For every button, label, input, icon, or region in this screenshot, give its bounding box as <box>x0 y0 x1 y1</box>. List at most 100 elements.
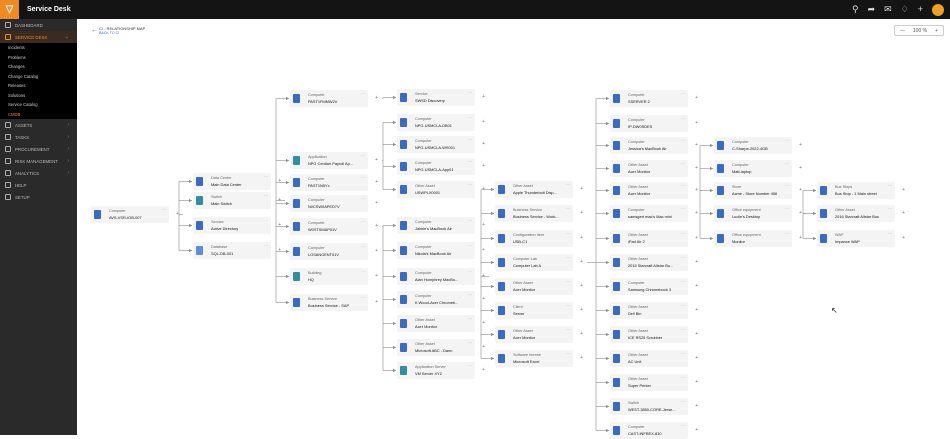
more-menu-icon[interactable]: ··· <box>264 243 268 248</box>
more-menu-icon[interactable]: ··· <box>468 159 472 164</box>
expand-node-icon[interactable]: + <box>375 200 378 206</box>
ci-node[interactable]: Switch WEST-3850-CORE-Jerse... ··· + <box>610 398 698 415</box>
more-menu-icon[interactable]: ··· <box>681 183 685 188</box>
expand-node-icon[interactable]: + <box>799 142 802 148</box>
expand-node-icon[interactable]: + <box>375 223 378 229</box>
expand-node-icon[interactable]: + <box>695 307 698 313</box>
more-menu-icon[interactable]: ··· <box>888 183 892 188</box>
ci-node[interactable]: Computer CAST-INFREX-830 ··· + <box>610 422 698 439</box>
sidebar-item-service-desk[interactable]: SERVICE DESK ⌄ <box>0 31 77 43</box>
expand-node-icon[interactable]: + <box>799 165 802 171</box>
ci-node[interactable]: Computer Nikola's MacBook Air ··· + <box>397 242 485 259</box>
ci-node[interactable]: Store Acme - Store Number 456 ··· + <box>714 182 802 199</box>
expand-node-icon[interactable]: + <box>799 210 802 216</box>
sidebar-item-tasks[interactable]: TASKS › <box>0 131 77 143</box>
more-menu-icon[interactable]: ··· <box>785 206 789 211</box>
expand-node-icon[interactable]: + <box>482 119 485 125</box>
more-menu-icon[interactable]: ··· <box>681 161 685 166</box>
sidebar-subitem-problems[interactable]: Problems <box>0 53 77 63</box>
more-menu-icon[interactable]: ··· <box>566 206 570 211</box>
more-menu-icon[interactable]: ··· <box>566 231 570 236</box>
more-menu-icon[interactable]: ··· <box>681 327 685 332</box>
share-icon[interactable]: ➦ <box>868 3 876 16</box>
expand-node-icon[interactable]: + <box>278 197 281 203</box>
expand-node-icon[interactable]: + <box>482 367 485 373</box>
more-menu-icon[interactable]: ··· <box>681 231 685 236</box>
ci-node[interactable]: Office equipment Lucile's Desktop ··· + <box>714 205 802 222</box>
expand-node-icon[interactable]: + <box>482 344 485 350</box>
expand-node-icon[interactable]: + <box>580 307 583 313</box>
expand-node-icon[interactable]: + <box>482 141 485 147</box>
more-menu-icon[interactable]: ··· <box>681 303 685 308</box>
expand-node-icon[interactable]: + <box>482 94 485 100</box>
more-menu-icon[interactable]: ··· <box>468 292 472 297</box>
more-menu-icon[interactable]: ··· <box>361 153 365 158</box>
ci-node[interactable]: Computer W0STSMAP01V ··· + <box>290 218 378 235</box>
sidebar-subitem-solutions[interactable]: Solutions <box>0 91 77 101</box>
ci-node[interactable]: Client Server ··· + <box>495 302 583 319</box>
more-menu-icon[interactable]: ··· <box>888 231 892 236</box>
more-menu-icon[interactable]: ··· <box>361 91 365 96</box>
expand-node-icon[interactable]: + <box>695 427 698 433</box>
ci-node[interactable]: Computer Jessica's MacBook Air ··· + <box>610 137 698 154</box>
more-menu-icon[interactable]: ··· <box>361 269 365 274</box>
more-menu-icon[interactable]: ··· <box>681 399 685 404</box>
more-menu-icon[interactable]: ··· <box>681 138 685 143</box>
more-menu-icon[interactable]: ··· <box>468 182 472 187</box>
more-menu-icon[interactable]: ··· <box>681 423 685 428</box>
more-menu-icon[interactable]: ··· <box>681 351 685 356</box>
ci-node[interactable]: Other Asset USWPLX0001 ··· + <box>397 181 485 198</box>
expand-node-icon[interactable]: + <box>695 259 698 265</box>
expand-node-icon[interactable]: + <box>278 247 281 253</box>
sidebar-item-procurement[interactable]: PROCUREMENT › <box>0 143 77 155</box>
ci-node[interactable]: Other Asset Apple Thunderbolt Disp... ··· + <box>495 181 583 198</box>
more-menu-icon[interactable]: ··· <box>785 138 789 143</box>
more-menu-icon[interactable]: ··· <box>361 175 365 180</box>
expand-node-icon[interactable]: + <box>375 273 378 279</box>
ci-node[interactable]: Computer NPG-USMCLA-WS001 ··· + <box>397 136 485 153</box>
more-menu-icon[interactable]: ··· <box>361 295 365 300</box>
ci-node[interactable]: Computer PAST1FMMW2V ··· + <box>290 90 378 107</box>
expand-node-icon[interactable]: + <box>695 120 698 126</box>
ci-node[interactable]: Computer N0CSW0APED7V ··· + <box>290 195 378 212</box>
chat-icon[interactable]: ✉ <box>884 3 892 16</box>
ci-node[interactable]: Other Asset AC Unit ··· + <box>610 350 698 367</box>
expand-node-icon[interactable]: + <box>482 273 485 279</box>
more-menu-icon[interactable]: ··· <box>566 182 570 187</box>
more-menu-icon[interactable]: ··· <box>468 90 472 95</box>
ci-node[interactable]: Computer Jaimie's MacBook Air ··· + <box>397 217 485 234</box>
expand-node-icon[interactable]: + <box>176 211 179 217</box>
expand-node-icon[interactable]: + <box>375 299 378 305</box>
plus-icon[interactable]: + <box>918 3 923 16</box>
ci-node[interactable]: WAP Impance WAP ··· + <box>817 230 905 247</box>
expand-node-icon[interactable]: + <box>695 379 698 385</box>
ci-node[interactable]: Computer SSERVER 2 ··· + <box>610 90 698 107</box>
expand-node-icon[interactable]: + <box>580 283 583 289</box>
ci-node[interactable]: Computer NPG-USMCLA-DB01 ··· + <box>397 114 485 131</box>
more-menu-icon[interactable]: ··· <box>264 174 268 179</box>
expand-node-icon[interactable]: + <box>482 186 485 192</box>
more-menu-icon[interactable]: ··· <box>468 340 472 345</box>
more-menu-icon[interactable]: ··· <box>566 327 570 332</box>
sidebar-subitem-change-catalog[interactable]: Change Catalog <box>0 72 77 82</box>
expand-node-icon[interactable]: + <box>482 320 485 326</box>
more-menu-icon[interactable]: ··· <box>264 218 268 223</box>
expand-node-icon[interactable]: + <box>482 222 485 228</box>
expand-node-icon[interactable]: + <box>695 210 698 216</box>
more-menu-icon[interactable]: ··· <box>468 218 472 223</box>
expand-node-icon[interactable]: + <box>580 186 583 192</box>
more-menu-icon[interactable]: ··· <box>468 363 472 368</box>
expand-node-icon[interactable]: + <box>799 235 802 241</box>
sidebar-item-analytics[interactable]: ANALYTICS › <box>0 167 77 179</box>
more-menu-icon[interactable]: ··· <box>468 137 472 142</box>
avatar[interactable] <box>932 3 944 16</box>
ci-node[interactable]: Application NPG Cerdian Payroll Ap... ··· + <box>290 152 378 169</box>
sidebar-subitem-cmdb[interactable]: CMDB <box>0 110 77 120</box>
sidebar-item-help[interactable]: HELP <box>0 179 77 191</box>
more-menu-icon[interactable]: ··· <box>785 231 789 236</box>
expand-node-icon[interactable]: + <box>580 331 583 337</box>
expand-node-icon[interactable]: + <box>695 355 698 361</box>
expand-node-icon[interactable]: + <box>278 222 281 228</box>
ci-node[interactable]: Other Asset Microsoft ABC - Dann ··· + <box>397 339 485 356</box>
ci-node[interactable]: Computer Alan Humphrey MacBo... ··· + <box>397 268 485 285</box>
